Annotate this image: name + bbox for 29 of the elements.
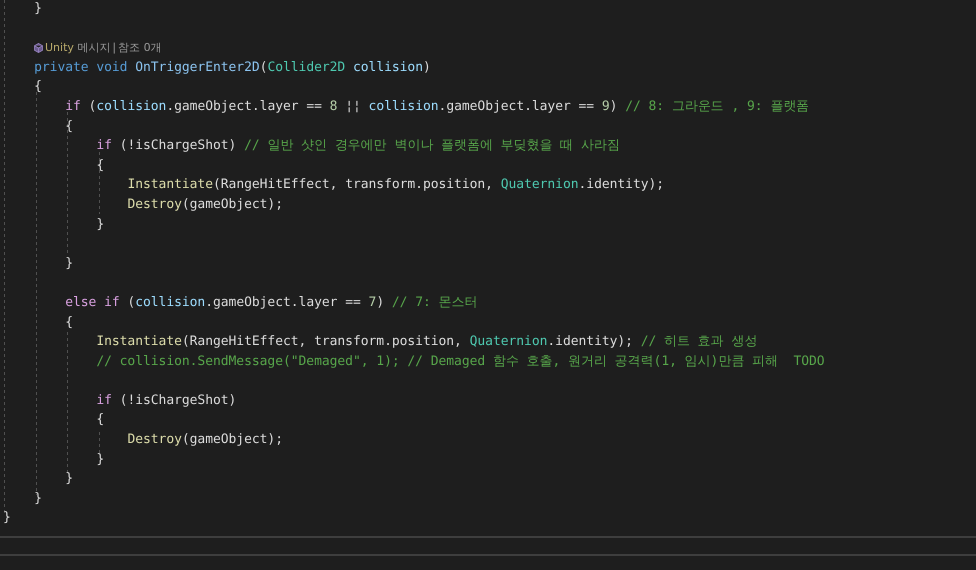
code-line: } [65,256,73,271]
code-line: } [65,471,73,486]
code-line: Instantiate(RangeHitEffect, transform.position, Quaternion.identity); // 히트 효과 생성 [96,334,758,350]
code-line: private void OnTriggerEnter2D(Collider2D collision) [34,60,431,75]
code-line: else if (collision.gameObject.layer == 7) // 7: 몬스터 [65,294,478,310]
code-line: } [96,452,104,467]
indent-guide [99,152,100,214]
indent-guide [99,432,100,456]
code-line: if (!isChargeShot) [96,392,236,408]
codelens-references[interactable]: 참조 0개 [118,38,162,58]
code-line: Destroy(gameObject); [127,432,283,448]
code-line: if (collision.gameObject.layer == 8 ¦¦ collision.gameObject.layer == 9) // 8: 그라운드 , 9: 플랫폼 [65,98,810,114]
code-line: { [96,412,104,428]
code-line: } [34,1,42,16]
codelens-separator: | [112,40,116,56]
code-line: Instantiate(RangeHitEffect, transform.position, Quaternion.identity); [127,177,664,192]
code-line: // collision.SendMessage("Demaged", 1); // Demaged 함수 호출, 원거리 공격력(1, 임시)만큼 피해 TODO [96,354,825,369]
code-line: } [3,510,11,526]
code-line: } [34,490,42,506]
code-line: Destroy(gameObject); [127,196,283,212]
cube-icon [34,42,43,53]
code-line: if (!isChargeShot) // 일반 샷인 경우에만 벽이나 플랫폼에 부딪혔을 때 사라짐 [96,138,620,154]
code-line: { [65,118,73,134]
code-line: { [96,158,104,173]
code-line: { [34,79,42,94]
horizontal-scrollbar[interactable] [0,536,976,556]
codelens-text[interactable]: Unity 메시지 [45,38,110,58]
code-line: } [96,216,104,232]
code-line: { [65,314,73,330]
